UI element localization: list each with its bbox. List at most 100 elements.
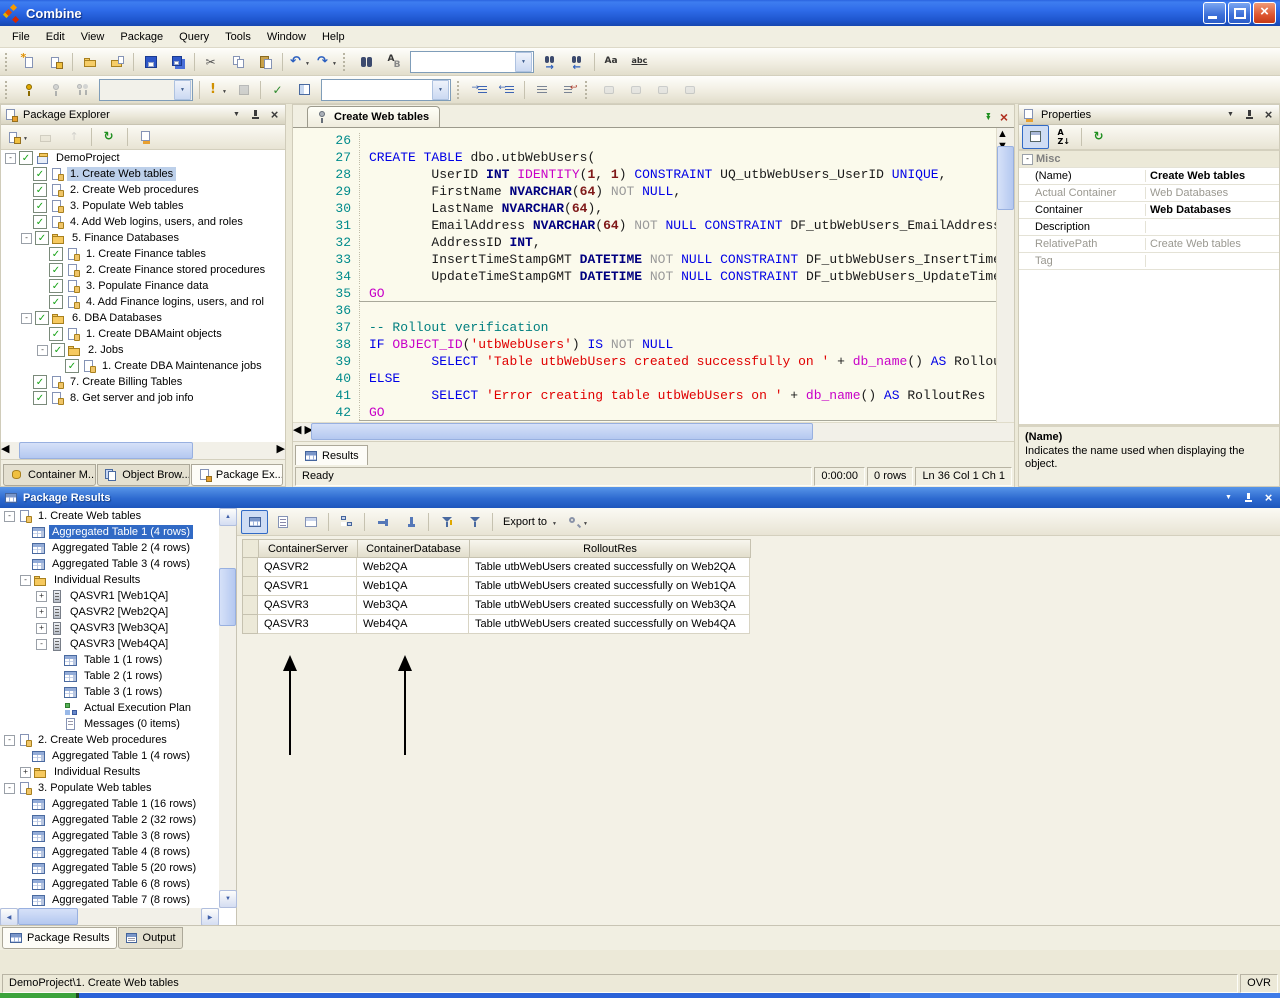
save-button[interactable] [137,50,164,74]
panel-menu-icon[interactable] [229,108,244,122]
collapse-icon[interactable] [21,313,32,324]
collapse-icon[interactable] [20,575,31,586]
refresh-properties-button[interactable] [1086,125,1113,149]
table-row[interactable]: QASVR3Web3QATable utbWebUsers created su… [242,596,751,615]
scroll-up-icon[interactable] [997,128,1008,140]
chevron-down-icon[interactable] [174,80,191,100]
decrease-indent-button[interactable] [494,78,521,102]
scroll-left-icon[interactable] [1,442,9,455]
tree-item-aggregated-table-1-4-rows[interactable]: Aggregated Table 1 (4 rows) [0,748,219,764]
tree-item-table-3-1-rows[interactable]: Table 3 (1 rows) [0,684,219,700]
execution-target-combobox[interactable] [99,79,193,101]
hierarchy-view-button[interactable] [333,510,360,534]
form-view-button[interactable] [297,510,324,534]
tree-item-individual-results[interactable]: Individual Results [0,764,219,780]
checkbox-checked-icon[interactable] [19,151,33,165]
copy-button[interactable] [225,50,252,74]
row-selector[interactable] [242,615,258,634]
checkbox-checked-icon[interactable] [49,263,63,277]
tree-item-1-create-finance-tables[interactable]: 1. Create Finance tables [1,246,285,262]
tab-object-brow[interactable]: Object Brow... [97,464,190,486]
clear-bookmarks-button[interactable] [676,78,703,102]
menu-view[interactable]: View [73,28,113,46]
checkbox-checked-icon[interactable] [33,391,47,405]
pin-columns-button[interactable] [369,510,396,534]
close-document-icon[interactable] [1000,109,1008,125]
tab-package-results[interactable]: Package Results [2,927,117,949]
tree-item-table-2-1-rows[interactable]: Table 2 (1 rows) [0,668,219,684]
menu-tools[interactable]: Tools [217,28,259,46]
new-folder-button[interactable] [32,125,59,149]
editor-vscrollbar[interactable] [996,128,1014,422]
expand-icon[interactable] [36,591,47,602]
property-row-relativepath[interactable]: RelativePathCreate Web tables [1019,236,1279,253]
checkbox-checked-icon[interactable] [33,199,47,213]
apply-filter-button[interactable] [461,510,488,534]
search-results-button[interactable] [564,510,591,534]
window-position-icon[interactable] [985,114,992,120]
property-row-description[interactable]: Description [1019,219,1279,236]
close-icon[interactable] [1261,108,1276,122]
tab-output[interactable]: Output [118,927,183,949]
validate-syntax-button[interactable] [264,78,291,102]
property-row-actual-container[interactable]: Actual ContainerWeb Databases [1019,185,1279,202]
checkbox-checked-icon[interactable] [35,311,49,325]
alphabetical-view-button[interactable] [1050,125,1077,149]
panel-menu-icon[interactable] [1221,491,1236,505]
column-header-containerdatabase[interactable]: ContainerDatabase [358,539,470,558]
tree-item-aggregated-table-6-8-rows[interactable]: Aggregated Table 6 (8 rows) [0,876,219,892]
execute-step-button[interactable] [42,78,69,102]
row-selector-header[interactable] [242,539,259,558]
scroll-up-icon[interactable] [219,508,237,526]
tree-item-qasvr2-web2qa[interactable]: QASVR2 [Web2QA] [0,604,219,620]
table-row[interactable]: QASVR2Web2QATable utbWebUsers created su… [242,558,751,577]
tree-item-1-create-web-tables[interactable]: 1. Create Web tables [1,166,285,182]
scroll-down-icon[interactable] [219,890,237,908]
chevron-down-icon[interactable] [432,80,449,100]
scroll-thumb[interactable] [997,146,1014,210]
checkbox-checked-icon[interactable] [51,343,65,357]
tree-item-aggregated-table-7-8-rows[interactable]: Aggregated Table 7 (8 rows) [0,892,219,908]
minimize-button[interactable] [1203,2,1226,24]
tree-item-2-create-finance-stored-procedures[interactable]: 2. Create Finance stored procedures [1,262,285,278]
export-to-button[interactable]: Export to [497,510,563,534]
categorized-view-button[interactable] [1022,125,1049,149]
tree-item-aggregated-table-3-8-rows[interactable]: Aggregated Table 3 (8 rows) [0,828,219,844]
column-header-rolloutres[interactable]: RolloutRes [470,539,751,558]
tab-results[interactable]: Results [295,445,368,465]
open-package-button[interactable] [103,50,130,74]
whole-word-button[interactable] [625,50,652,74]
tree-item-1-create-dba-maintenance-jobs[interactable]: 1. Create DBA Maintenance jobs [1,358,285,374]
panel-menu-icon[interactable] [1223,108,1238,122]
comment-lines-button[interactable] [528,78,555,102]
tree-item-3-populate-finance-data[interactable]: 3. Populate Finance data [1,278,285,294]
tree-item-2-create-web-procedures[interactable]: 2. Create Web procedures [1,182,285,198]
tree-item-8-get-server-and-job-info[interactable]: 8. Get server and job info [1,390,285,406]
scroll-left-icon[interactable] [0,908,18,925]
find-button[interactable] [353,50,380,74]
pin-rows-button[interactable] [397,510,424,534]
undo-button[interactable] [286,50,313,74]
replace-button[interactable] [380,50,407,74]
move-up-button[interactable] [60,125,87,149]
checkbox-checked-icon[interactable] [35,231,49,245]
tree-item-1-create-dbamaint-objects[interactable]: 1. Create DBAMaint objects [1,326,285,342]
tree-item-aggregated-table-2-4-rows[interactable]: Aggregated Table 2 (4 rows) [0,540,219,556]
property-row-name[interactable]: (Name)Create Web tables [1019,168,1279,185]
match-case-button[interactable] [598,50,625,74]
chevron-down-icon[interactable] [515,52,532,72]
tree-item-qasvr3-web4qa[interactable]: QASVR3 [Web4QA] [0,636,219,652]
toggle-bookmark-button[interactable] [595,78,622,102]
scroll-right-icon[interactable] [201,908,219,925]
pin-icon[interactable] [1242,108,1257,122]
tree-item-3-populate-web-tables[interactable]: 3. Populate Web tables [0,780,219,796]
increase-indent-button[interactable] [467,78,494,102]
collapse-icon[interactable] [1022,154,1033,165]
open-file-button[interactable] [76,50,103,74]
refresh-button[interactable] [96,125,123,149]
expand-icon[interactable] [20,767,31,778]
tab-create-web-tables[interactable]: Create Web tables [307,106,440,127]
row-selector[interactable] [242,558,258,577]
collapse-icon[interactable] [36,639,47,650]
find-text-combobox[interactable] [410,51,534,73]
